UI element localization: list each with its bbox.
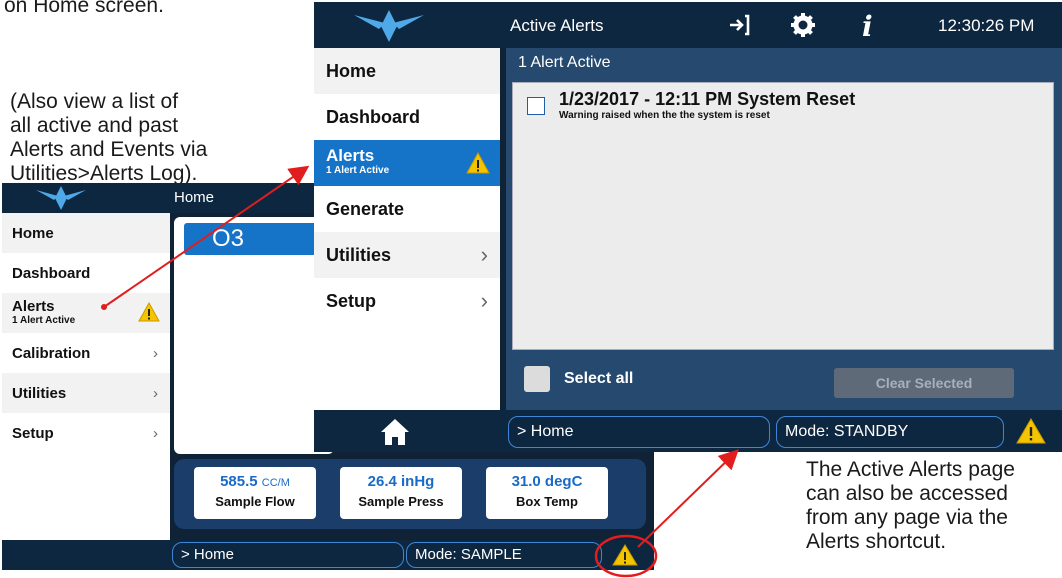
highlight-circle [594, 534, 658, 578]
callout-arrows [101, 165, 739, 578]
arrow-to-alerts-menu [101, 165, 310, 310]
arrow-to-alerts-footer [637, 449, 739, 548]
